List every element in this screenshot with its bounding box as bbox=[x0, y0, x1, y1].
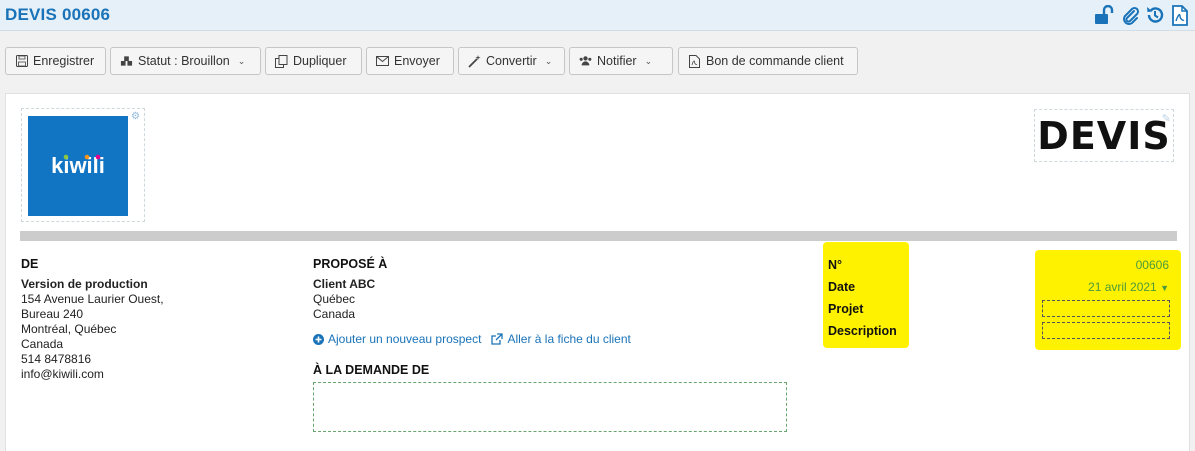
notify-dropdown[interactable]: Notifier ⌄ bbox=[569, 47, 673, 75]
pdf-file-icon bbox=[688, 54, 701, 68]
quote-number[interactable]: 00606 bbox=[1136, 258, 1169, 272]
to-heading: PROPOSÉ À bbox=[313, 257, 388, 271]
convert-dropdown[interactable]: Convertir ⌄ bbox=[458, 47, 565, 75]
convert-dropdown-label: Convertir bbox=[486, 54, 537, 68]
quote-document: kiwili ⚙ DEVIS ✎ DE Version de productio… bbox=[5, 93, 1190, 451]
add-prospect-link[interactable]: Ajouter un nouveau prospect bbox=[313, 332, 481, 346]
requested-by-heading: À LA DEMANDE DE bbox=[313, 363, 430, 377]
page-title: DEVIS 00606 bbox=[5, 5, 111, 24]
kiwili-logo: kiwili bbox=[51, 153, 105, 178]
description-field[interactable] bbox=[1042, 322, 1170, 339]
client-links: Ajouter un nouveau prospect Aller à la f… bbox=[313, 332, 631, 346]
pdf-icon[interactable] bbox=[1169, 4, 1191, 26]
to-line: Canada bbox=[313, 307, 356, 321]
toolbar: Enregistrer Statut : Brouillon ⌄ Dupliqu… bbox=[0, 31, 1195, 87]
plus-circle-icon bbox=[313, 333, 324, 345]
separator-bar bbox=[20, 231, 1177, 241]
number-label: N° bbox=[828, 258, 843, 272]
date-label: Date bbox=[828, 280, 856, 294]
description-label: Description bbox=[828, 324, 897, 338]
history-icon[interactable] bbox=[1144, 4, 1166, 26]
status-dropdown[interactable]: Statut : Brouillon ⌄ bbox=[110, 47, 261, 75]
edit-icon[interactable]: ✎ bbox=[1162, 112, 1171, 125]
from-line: Montréal, Québec bbox=[21, 322, 117, 336]
duplicate-button-label: Dupliquer bbox=[293, 54, 347, 68]
logo-area[interactable]: kiwili ⚙ bbox=[21, 108, 145, 222]
from-email: info@kiwili.com bbox=[21, 367, 104, 381]
purchase-order-button-label: Bon de commande client bbox=[706, 54, 844, 68]
from-company: Version de production bbox=[21, 277, 148, 291]
company-logo: kiwili bbox=[28, 116, 128, 216]
quote-date[interactable]: 21 avril 2021 ▼ bbox=[1088, 280, 1169, 294]
magic-wand-icon bbox=[468, 54, 481, 68]
paperclip-icon[interactable] bbox=[1119, 4, 1141, 26]
caret-down-icon: ▼ bbox=[1160, 283, 1169, 293]
save-button-label: Enregistrer bbox=[33, 54, 95, 68]
send-button[interactable]: Envoyer bbox=[366, 47, 454, 75]
requested-by-field[interactable] bbox=[313, 382, 787, 432]
chevron-down-icon: ⌄ bbox=[544, 55, 553, 66]
external-link-icon bbox=[491, 333, 504, 345]
from-line: Canada bbox=[21, 337, 64, 351]
chevron-down-icon: ⌄ bbox=[237, 55, 246, 66]
title-bar: DEVIS 00606 bbox=[0, 0, 1195, 31]
save-button[interactable]: Enregistrer bbox=[5, 47, 106, 75]
copy-icon bbox=[275, 54, 288, 68]
project-label: Projet bbox=[828, 302, 864, 316]
users-icon bbox=[579, 55, 592, 68]
notify-dropdown-label: Notifier bbox=[597, 54, 637, 68]
send-button-label: Envoyer bbox=[394, 54, 440, 68]
floppy-disk-icon bbox=[15, 55, 28, 68]
client-sheet-link[interactable]: Aller à la fiche du client bbox=[491, 332, 631, 346]
envelope-icon bbox=[376, 55, 389, 68]
chevron-down-icon: ⌄ bbox=[644, 55, 653, 66]
project-field[interactable] bbox=[1042, 300, 1170, 317]
to-line: Québec bbox=[313, 292, 356, 306]
to-client-name[interactable]: Client ABC bbox=[313, 277, 375, 292]
document-heading-box[interactable]: DEVIS ✎ bbox=[1034, 109, 1174, 162]
gear-icon[interactable]: ⚙ bbox=[131, 111, 140, 122]
from-line: Bureau 240 bbox=[21, 307, 84, 321]
purchase-order-button[interactable]: Bon de commande client bbox=[678, 47, 858, 75]
from-phone: 514 8478816 bbox=[21, 352, 92, 366]
cubes-icon bbox=[120, 55, 133, 68]
title-icons bbox=[1094, 4, 1191, 26]
unlock-icon[interactable] bbox=[1094, 4, 1116, 26]
document-heading: DEVIS bbox=[1037, 113, 1171, 158]
status-dropdown-label: Statut : Brouillon bbox=[138, 54, 230, 68]
from-line: 154 Avenue Laurier Ouest, bbox=[21, 292, 164, 306]
from-heading: DE bbox=[21, 257, 39, 271]
duplicate-button[interactable]: Dupliquer bbox=[265, 47, 362, 75]
